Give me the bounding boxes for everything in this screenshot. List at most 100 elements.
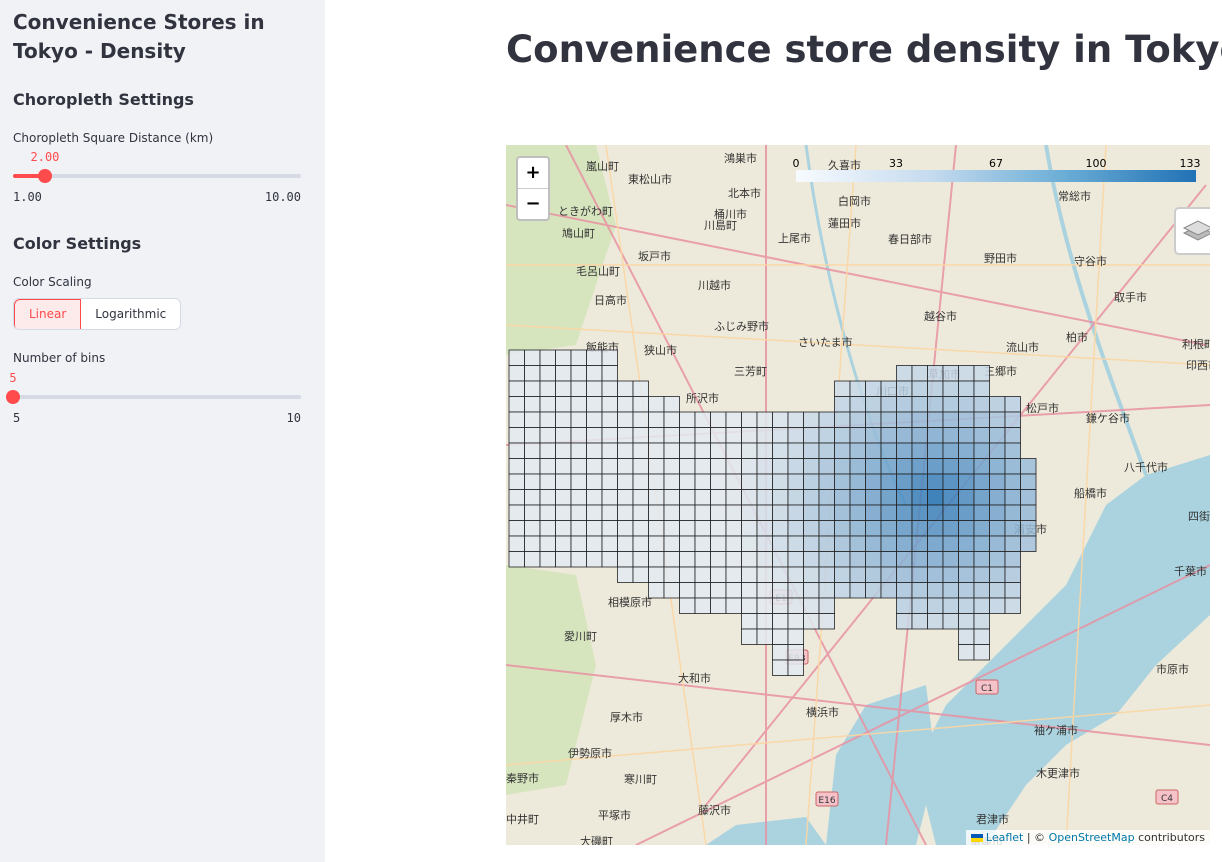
grid-cell[interactable] [539, 349, 556, 366]
grid-cell[interactable] [601, 349, 618, 366]
grid-cell[interactable] [555, 442, 572, 459]
grid-cell[interactable] [741, 442, 758, 459]
slider-track[interactable] [13, 395, 301, 399]
grid-cell[interactable] [911, 489, 928, 506]
grid-cell[interactable] [756, 520, 773, 537]
grid-cell[interactable] [865, 442, 882, 459]
grid-cell[interactable] [570, 473, 587, 490]
grid-cell[interactable] [880, 551, 897, 568]
grid-cell[interactable] [896, 458, 913, 475]
grid-cell[interactable] [942, 551, 959, 568]
grid-cell[interactable] [865, 473, 882, 490]
grid-cell[interactable] [539, 427, 556, 444]
grid-cell[interactable] [834, 489, 851, 506]
grid-cell[interactable] [663, 473, 680, 490]
grid-cell[interactable] [772, 504, 789, 521]
grid-cell[interactable] [539, 380, 556, 397]
grid-cell[interactable] [834, 411, 851, 428]
grid-cell[interactable] [973, 365, 990, 382]
grid-cell[interactable] [539, 551, 556, 568]
grid-cell[interactable] [1004, 520, 1021, 537]
grid-cell[interactable] [601, 411, 618, 428]
grid-cell[interactable] [524, 442, 541, 459]
grid-cell[interactable] [632, 473, 649, 490]
grid-cell[interactable] [617, 380, 634, 397]
grid-cell[interactable] [1004, 597, 1021, 614]
grid-cell[interactable] [787, 551, 804, 568]
grid-cell[interactable] [818, 597, 835, 614]
grid-cell[interactable] [524, 380, 541, 397]
grid-cell[interactable] [818, 458, 835, 475]
grid-cell[interactable] [725, 551, 742, 568]
zoom-out-button[interactable]: − [518, 188, 548, 219]
grid-cell[interactable] [555, 365, 572, 382]
grid-cell[interactable] [524, 427, 541, 444]
grid-cell[interactable] [973, 566, 990, 583]
grid-cell[interactable] [648, 427, 665, 444]
grid-cell[interactable] [648, 473, 665, 490]
grid-cell[interactable] [508, 365, 525, 382]
zoom-in-button[interactable]: + [518, 158, 548, 188]
grid-cell[interactable] [958, 551, 975, 568]
grid-cell[interactable] [725, 566, 742, 583]
grid-cell[interactable] [555, 458, 572, 475]
grid-cell[interactable] [632, 504, 649, 521]
grid-cell[interactable] [942, 489, 959, 506]
grid-cell[interactable] [710, 427, 727, 444]
grid-cell[interactable] [973, 551, 990, 568]
grid-cell[interactable] [787, 597, 804, 614]
grid-cell[interactable] [586, 411, 603, 428]
grid-cell[interactable] [911, 365, 928, 382]
map-canvas[interactable]: 鴻巣市東松山市北本市久喜市常総市桶川市白岡市蓮田市坂戸市上尾市 春日部市野田市 守谷… [506, 145, 1210, 845]
grid-cell[interactable] [834, 504, 851, 521]
grid-cell[interactable] [787, 458, 804, 475]
grid-cell[interactable] [679, 504, 696, 521]
grid-cell[interactable] [772, 644, 789, 661]
grid-cell[interactable] [539, 411, 556, 428]
grid-cell[interactable] [725, 582, 742, 599]
grid-cell[interactable] [555, 489, 572, 506]
grid-cell[interactable] [958, 582, 975, 599]
grid-cell[interactable] [911, 535, 928, 552]
slider-thumb[interactable] [6, 390, 20, 404]
grid-cell[interactable] [570, 396, 587, 413]
grid-cell[interactable] [834, 473, 851, 490]
grid-cell[interactable] [632, 427, 649, 444]
grid-cell[interactable] [601, 489, 618, 506]
grid-cell[interactable] [725, 535, 742, 552]
grid-cell[interactable] [973, 535, 990, 552]
grid-cell[interactable] [617, 473, 634, 490]
grid-cell[interactable] [648, 520, 665, 537]
grid-cell[interactable] [958, 597, 975, 614]
grid-cell[interactable] [555, 535, 572, 552]
grid-cell[interactable] [1020, 535, 1037, 552]
grid-cell[interactable] [973, 396, 990, 413]
grid-cell[interactable] [1004, 504, 1021, 521]
grid-cell[interactable] [617, 396, 634, 413]
grid-cell[interactable] [942, 582, 959, 599]
grid-cell[interactable] [927, 489, 944, 506]
grid-cell[interactable] [632, 489, 649, 506]
grid-cell[interactable] [679, 411, 696, 428]
grid-cell[interactable] [508, 349, 525, 366]
grid-cell[interactable] [632, 411, 649, 428]
grid-cell[interactable] [601, 535, 618, 552]
grid-cell[interactable] [973, 380, 990, 397]
grid-cell[interactable] [555, 520, 572, 537]
color-scaling-toggle[interactable]: Linear Logarithmic [13, 298, 182, 330]
layer-control-button[interactable] [1174, 207, 1210, 255]
grid-cell[interactable] [586, 349, 603, 366]
grid-cell[interactable] [834, 520, 851, 537]
grid-cell[interactable] [973, 427, 990, 444]
grid-cell[interactable] [1004, 458, 1021, 475]
grid-cell[interactable] [694, 566, 711, 583]
grid-cell[interactable] [586, 551, 603, 568]
grid-cell[interactable] [508, 535, 525, 552]
grid-cell[interactable] [586, 442, 603, 459]
grid-cell[interactable] [679, 458, 696, 475]
grid-cell[interactable] [648, 504, 665, 521]
grid-cell[interactable] [741, 597, 758, 614]
grid-cell[interactable] [896, 582, 913, 599]
grid-cell[interactable] [787, 613, 804, 630]
grid-cell[interactable] [694, 489, 711, 506]
